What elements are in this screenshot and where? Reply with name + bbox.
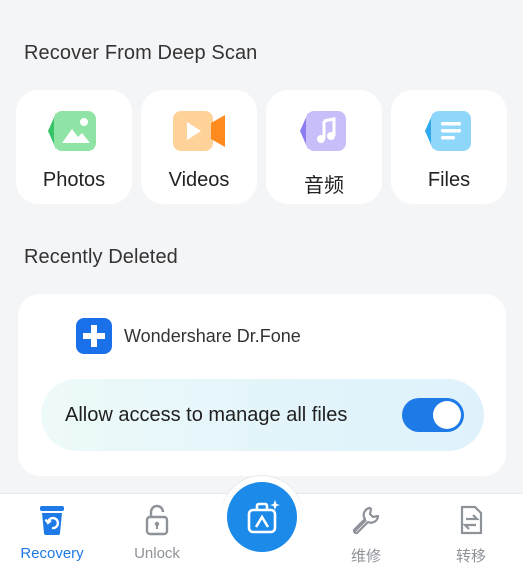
nav-repair[interactable]: 维修 [321,502,411,566]
photo-icon [48,111,96,151]
wrench-icon [352,506,380,535]
nav-label: 维修 [350,548,381,565]
permission-panel: Allow access to manage all files [41,379,484,451]
category-videos[interactable]: Videos [141,90,257,204]
category-photos[interactable]: Photos [16,90,132,204]
nav-transfer[interactable]: 转移 [426,502,516,566]
center-toolbox-button[interactable] [227,482,297,552]
category-label: Files [427,169,471,191]
permission-text: Allow access to manage all files [65,403,348,426]
category-files[interactable]: Files [391,90,507,204]
nav-recovery[interactable]: Recovery [7,502,97,562]
category-audio[interactable]: 音频 [266,90,382,204]
music-icon [300,111,346,151]
category-label: Photos [42,169,106,191]
category-label: Videos [168,169,230,191]
category-row: Photos Videos 音频 Files [16,90,507,204]
nav-label: 转移 [455,548,486,565]
deep-scan-title: Recover From Deep Scan [24,42,258,64]
recovery-icon [40,506,64,535]
nav-unlock[interactable]: Unlock [112,502,202,562]
drfone-logo-icon [76,318,112,354]
category-label: 音频 [304,175,344,197]
toolbox-icon [247,500,280,534]
app-name: Wondershare Dr.Fone [124,325,301,346]
video-icon [173,111,225,151]
transfer-icon [460,505,483,535]
nav-label: Unlock [134,545,180,562]
nav-label: Recovery [20,545,84,562]
recently-deleted-title: Recently Deleted [24,246,178,268]
lock-icon [145,504,169,536]
toggle-knob [433,401,461,429]
recently-deleted-card: Wondershare Dr.Fone Allow access to mana… [18,294,506,476]
app-row: Wondershare Dr.Fone [76,318,301,354]
permission-toggle[interactable] [402,398,464,432]
file-icon [425,111,471,151]
